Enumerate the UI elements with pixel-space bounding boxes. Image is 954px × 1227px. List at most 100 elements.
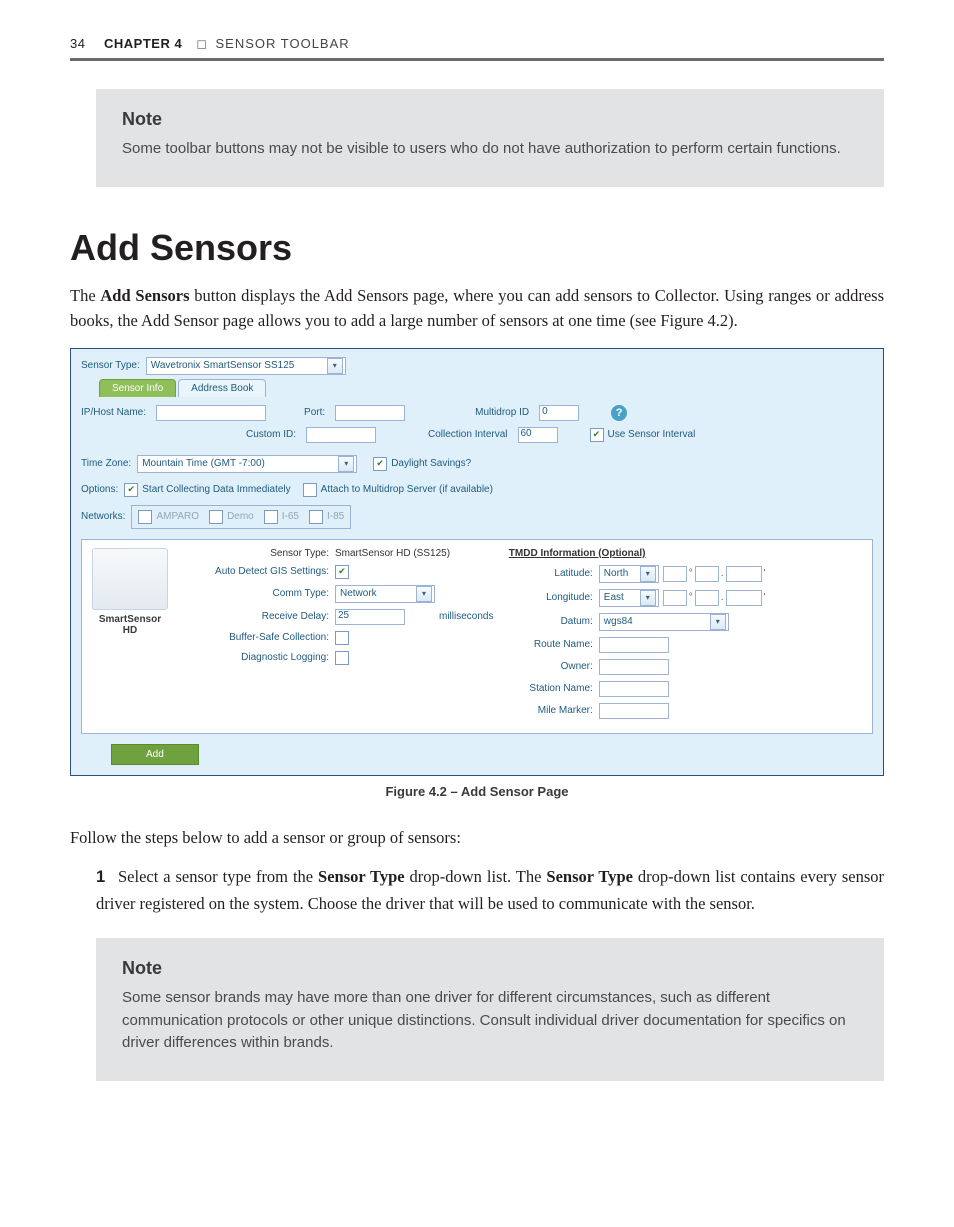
chevron-down-icon (640, 590, 656, 606)
multidrop-input[interactable]: 0 (539, 405, 579, 421)
start-collecting-checkbox[interactable] (124, 483, 138, 497)
port-label: Port: (304, 407, 325, 418)
lat-sec-input[interactable] (726, 566, 762, 582)
collection-interval-input[interactable]: 60 (518, 427, 558, 443)
network-label: AMPARO (156, 511, 199, 522)
page-header: 34 CHAPTER 4 ◻ SENSOR TOOLBAR (70, 36, 884, 61)
use-sensor-interval-label: Use Sensor Interval (608, 429, 696, 440)
chevron-down-icon (710, 614, 726, 630)
figure-caption: Figure 4.2 – Add Sensor Page (70, 784, 884, 799)
network-checkbox[interactable] (209, 510, 223, 524)
add-button[interactable]: Add (111, 744, 199, 765)
chevron-down-icon (338, 456, 354, 472)
attach-multidrop-label: Attach to Multidrop Server (if available… (321, 484, 493, 495)
comm-type-label: Comm Type: (184, 588, 329, 599)
diag-log-label: Diagnostic Logging: (184, 652, 329, 663)
intro-paragraph: The Add Sensors button displays the Add … (70, 283, 884, 334)
start-collecting-label: Start Collecting Data Immediately (142, 484, 290, 495)
comm-type-value: Network (340, 588, 377, 599)
network-label: I-65 (282, 511, 299, 522)
station-name-label: Station Name: (509, 683, 593, 694)
sensor-detail-panel: SmartSensor HD Sensor Type:SmartSensor H… (81, 539, 873, 734)
ip-input[interactable] (156, 405, 266, 421)
note-block: Note Some sensor brands may have more th… (96, 938, 884, 1081)
step-number: 1 (96, 865, 118, 891)
time-zone-value: Mountain Time (GMT -7:00) (142, 458, 265, 469)
tab-address-book[interactable]: Address Book (178, 379, 266, 397)
multidrop-label: Multidrop ID (475, 407, 529, 418)
tmdd-title: TMDD Information (Optional) (509, 548, 864, 559)
note-title: Note (122, 958, 858, 979)
network-label: Demo (227, 511, 254, 522)
receive-delay-input[interactable]: 25 (335, 609, 405, 625)
collection-interval-label: Collection Interval (428, 429, 507, 440)
step1-bold-b: Sensor Type (318, 867, 405, 886)
network-label: I-85 (327, 511, 344, 522)
page-number: 34 (70, 36, 104, 51)
custom-id-label: Custom ID: (246, 429, 296, 440)
time-zone-label: Time Zone: (81, 458, 131, 469)
longitude-dir-value: East (604, 592, 624, 603)
custom-id-input[interactable] (306, 427, 376, 443)
networks-label: Networks: (81, 511, 125, 522)
datum-label: Datum: (509, 616, 593, 627)
sensor-type-dropdown[interactable]: Wavetronix SmartSensor SS125 (146, 357, 346, 375)
time-zone-dropdown[interactable]: Mountain Time (GMT -7:00) (137, 455, 357, 473)
datum-value: wgs84 (604, 616, 633, 627)
panel-sensor-type-label: Sensor Type: (184, 548, 329, 559)
lat-min-input[interactable] (695, 566, 719, 582)
step1-bold-d: Sensor Type (546, 867, 633, 886)
networks-box: AMPARO Demo I-65 I-85 (131, 505, 351, 529)
mile-marker-input[interactable] (599, 703, 669, 719)
step1-text-c: drop-down list. The (405, 867, 547, 886)
second-symbol: ' (764, 568, 766, 579)
network-checkbox[interactable] (264, 510, 278, 524)
latitude-dir-dropdown[interactable]: North (599, 565, 659, 583)
datum-dropdown[interactable]: wgs84 (599, 613, 729, 631)
longitude-dir-dropdown[interactable]: East (599, 589, 659, 607)
help-icon[interactable]: ? (611, 405, 627, 421)
route-name-label: Route Name: (509, 639, 593, 650)
mile-marker-label: Mile Marker: (509, 705, 593, 716)
separator-icon: ◻ (196, 36, 207, 52)
attach-multidrop-checkbox[interactable] (303, 483, 317, 497)
degree-symbol: ° (689, 568, 693, 579)
lon-deg-input[interactable] (663, 590, 687, 606)
auto-detect-label: Auto Detect GIS Settings: (184, 566, 329, 577)
degree-symbol: ° (689, 592, 693, 603)
latitude-label: Latitude: (509, 568, 593, 579)
options-label: Options: (81, 484, 118, 495)
lon-min-input[interactable] (695, 590, 719, 606)
minute-symbol: . (721, 592, 724, 603)
comm-type-dropdown[interactable]: Network (335, 585, 435, 603)
second-symbol: ' (764, 592, 766, 603)
panel-sensor-type-value: SmartSensor HD (SS125) (335, 548, 450, 559)
note-body: Some toolbar buttons may not be visible … (122, 138, 858, 161)
chevron-down-icon (327, 358, 343, 374)
route-name-input[interactable] (599, 637, 669, 653)
lat-deg-input[interactable] (663, 566, 687, 582)
note-title: Note (122, 109, 858, 130)
network-checkbox[interactable] (138, 510, 152, 524)
step1-text-a: Select a sensor type from the (118, 867, 318, 886)
station-name-input[interactable] (599, 681, 669, 697)
diag-log-checkbox[interactable] (335, 651, 349, 665)
chevron-down-icon (416, 586, 432, 602)
port-input[interactable] (335, 405, 405, 421)
receive-delay-label: Receive Delay: (184, 611, 329, 622)
step-1: 1Select a sensor type from the Sensor Ty… (96, 864, 884, 916)
auto-detect-checkbox[interactable] (335, 565, 349, 579)
use-sensor-interval-checkbox[interactable] (590, 428, 604, 442)
buffer-safe-checkbox[interactable] (335, 631, 349, 645)
latitude-dir-value: North (604, 568, 628, 579)
thumb-name-line1: SmartSensor (90, 614, 170, 625)
lon-sec-input[interactable] (726, 590, 762, 606)
note-block: Note Some toolbar buttons may not be vis… (96, 89, 884, 187)
sensor-image-icon (92, 548, 168, 610)
minute-symbol: . (721, 568, 724, 579)
network-checkbox[interactable] (309, 510, 323, 524)
owner-input[interactable] (599, 659, 669, 675)
owner-label: Owner: (509, 661, 593, 672)
daylight-checkbox[interactable] (373, 457, 387, 471)
tab-sensor-info[interactable]: Sensor Info (99, 379, 176, 397)
